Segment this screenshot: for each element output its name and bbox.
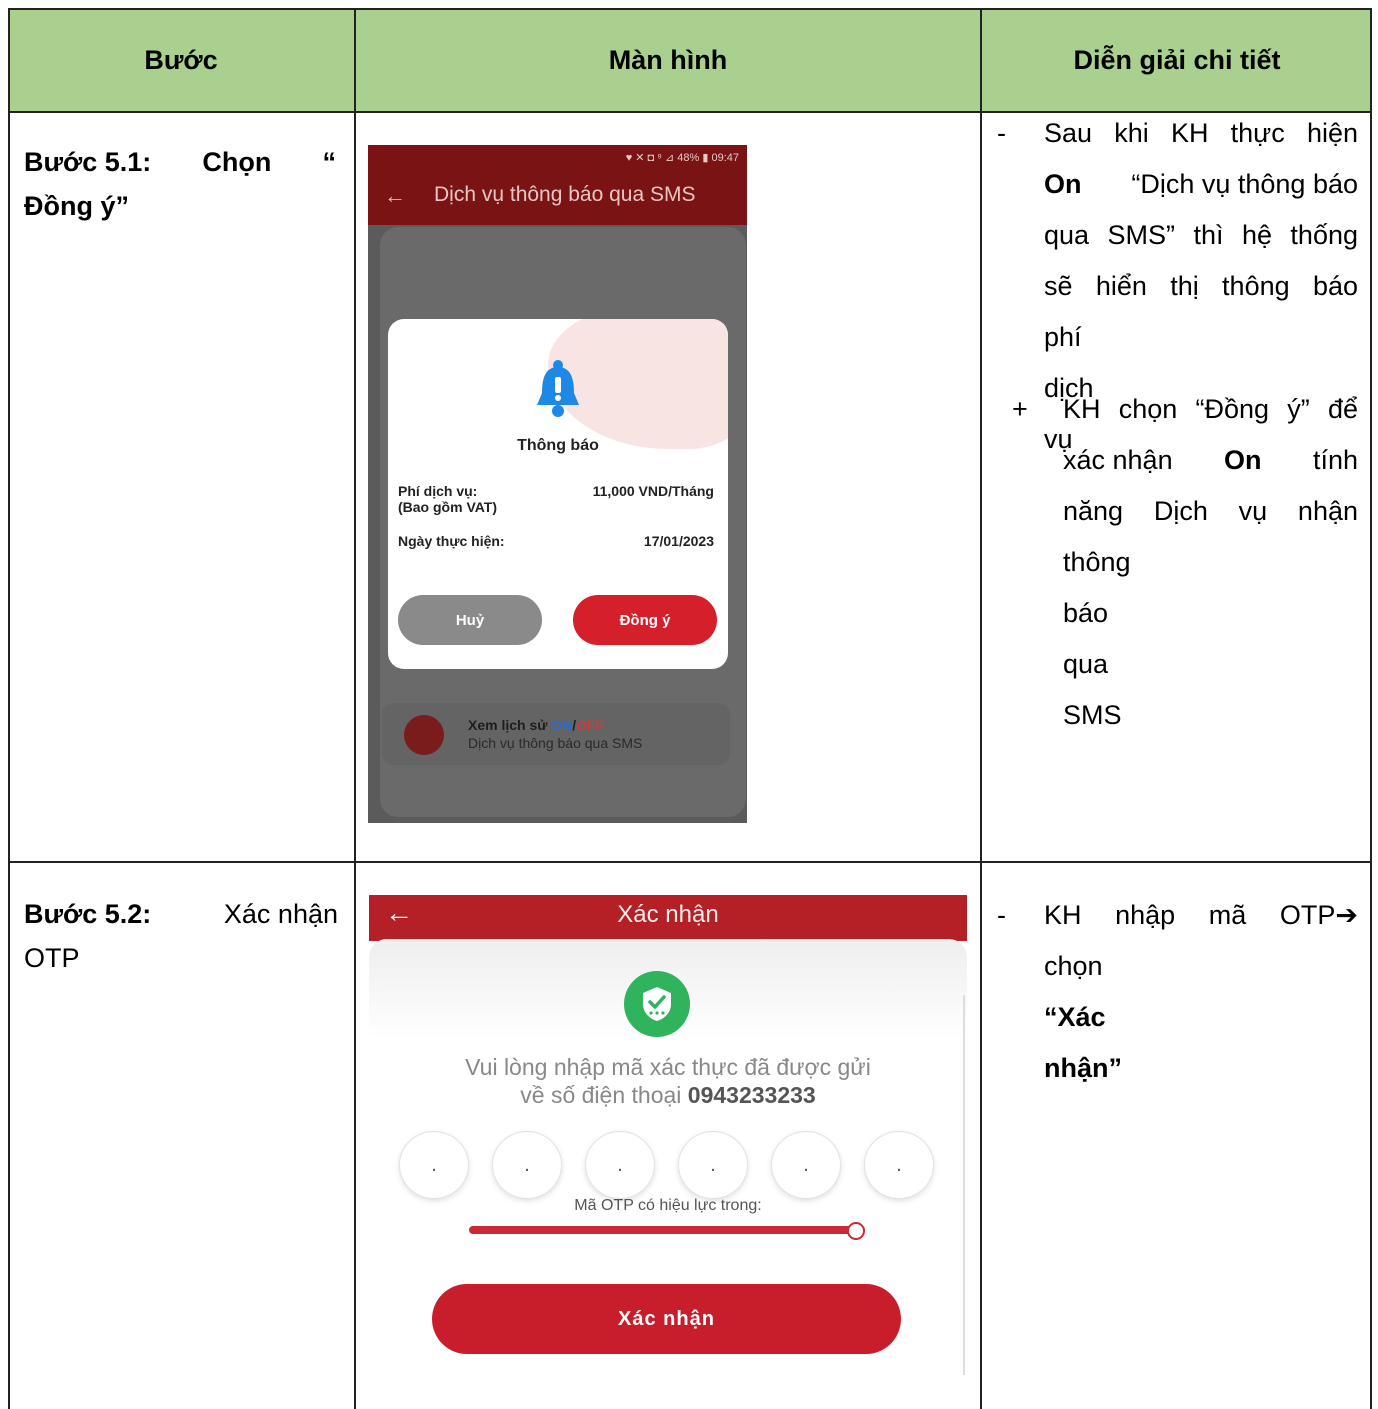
date-row: Ngày thực hiện: 17/01/2023 [398,533,714,549]
step-text: Chọn [202,147,272,177]
desc-line: Sau khi KH thực hiện [1044,118,1358,148]
otp-validity-label: Mã OTP có hiệu lực trong: [574,1197,762,1214]
phone-screenshot-fee-dialog: ♥ ✕ ◘ ⁹ ⊿ 48% ▮ 09:47 ← Dịch vụ thông bá… [368,145,747,823]
desc-line: KH nhập mã OTP➔ [1044,900,1358,930]
column-divider [354,8,356,1409]
otp-digit-input[interactable]: . [678,1131,748,1199]
header-screen: Màn hình [608,44,728,75]
header-detail: Diễn giải chi tiết [1073,44,1281,75]
desc-line: On “Dịch vụ thông báo [1044,169,1358,199]
history-subtitle: Dịch vụ thông báo qua SMS [468,735,643,751]
row-divider [8,861,1372,863]
cancel-button[interactable]: Huỷ [398,595,542,645]
desc-line: KH chọn “Đồng ý” để [1063,394,1358,424]
history-title: Xem lịch sử ON/OFF [468,717,605,733]
desc-line: thông báo qua SMS [1063,547,1131,730]
otp-digit-input[interactable]: . [771,1131,841,1199]
step-5-2: Bước 5.2: Xác nhận OTP [24,892,338,980]
otp-timer-bar [469,1226,865,1234]
step-text: Đồng ý” [24,191,129,221]
step-text: OTP [24,943,80,973]
otp-instruction: Vui lòng nhập mã xác thực đã được gửi về… [465,1054,871,1108]
confirm-button[interactable]: Xác nhận [432,1284,901,1354]
phone-screenshot-otp: ← Xác nhận Vui lòng nhập mã xác thực đã … [369,895,967,1409]
desc-line: xác nhận On tính [1063,445,1358,475]
bullet-dash: - [997,118,1006,148]
step-label: Bước 5.2: [24,899,152,929]
fee-sub: (Bao gồm VAT) [398,499,498,515]
step-label: Bước 5.1: [24,147,152,177]
fee-value: 11,000 VND/Tháng [592,483,714,499]
agree-button[interactable]: Đồng ý [573,595,717,645]
desc-line: chọn “Xác nhận” [1044,951,1122,1083]
desc-line: năng Dịch vụ nhận [1063,496,1358,526]
status-bar: ♥ ✕ ◘ ⁹ ⊿ 48% ▮ 09:47 [625,152,739,164]
screen-title: Dịch vụ thông báo qua SMS [434,183,696,206]
desc-line: qua SMS” thì hệ thống [1044,220,1358,250]
otp-digit-input[interactable]: . [399,1131,469,1199]
screen-title: Xác nhận [617,901,719,928]
otp-digit-input[interactable]: . [864,1131,934,1199]
bell-icon [537,360,579,417]
otp-timer-knob [847,1222,865,1240]
history-link[interactable]: Xem lịch sử ON/OFF Dịch vụ thông báo qua… [382,703,730,765]
back-arrow-icon[interactable]: ← [384,183,406,209]
step-text: Xác nhận [223,899,338,929]
shield-check-icon [624,971,690,1037]
header-step: Bước [144,44,218,75]
scrollbar[interactable] [963,995,965,1375]
step-quote: “ [322,147,337,177]
app-header: ← Xác nhận [369,895,967,941]
column-divider [980,8,982,1409]
table-header: Bước Màn hình Diễn giải chi tiết [8,8,1372,112]
table-border-right [1370,8,1372,1409]
table-border-left [8,8,10,1409]
app-header: ♥ ✕ ◘ ⁹ ⊿ 48% ▮ 09:47 ← Dịch vụ thông bá… [368,145,747,225]
otp-digit-input[interactable]: . [492,1131,562,1199]
otp-digit-input[interactable]: . [585,1131,655,1199]
step-5-1: Bước 5.1: Chọn “ Đồng ý” [24,140,336,228]
table-border-top [8,8,1372,10]
history-icon [404,715,444,755]
fee-row: Phí dịch vụ: (Bao gồm VAT) 11,000 VND/Th… [398,483,714,515]
bullet-plus: + [1012,394,1028,424]
date-value: 17/01/2023 [643,533,714,549]
dialog-title: Thông báo [517,437,599,454]
fee-dialog: Thông báo Phí dịch vụ: (Bao gồm VAT) 11,… [388,319,728,669]
desc-line: sẽ hiển thị thông báo [1044,271,1358,301]
bullet-dash: - [997,900,1006,930]
